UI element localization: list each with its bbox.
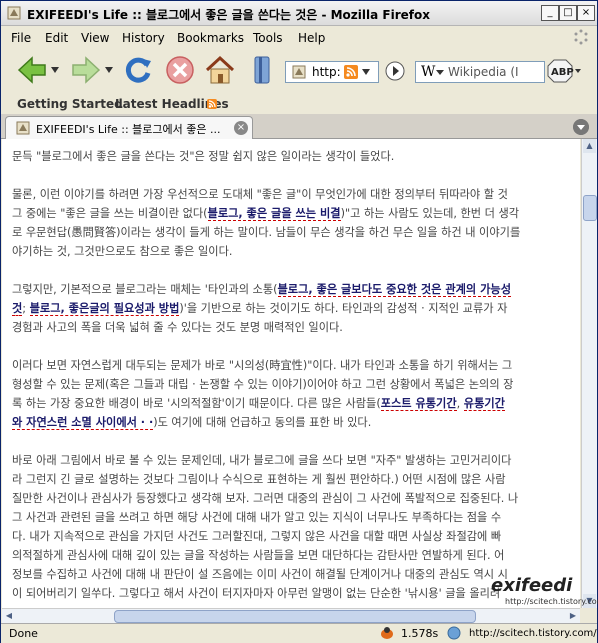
menu-bar: File Edit View History Bookmarks Tools H… <box>1 26 597 48</box>
scroll-up-icon[interactable]: ▲ <box>583 139 596 153</box>
status-url: http://scitech.tistory.com/ <box>469 628 597 639</box>
reload-icon[interactable] <box>121 53 155 87</box>
vertical-scrollbar[interactable]: ▲ ▼ <box>581 139 597 608</box>
menu-view[interactable]: View <box>81 31 109 45</box>
scroll-left-icon[interactable]: ◀ <box>2 609 16 623</box>
site-identity-icon[interactable] <box>292 65 306 79</box>
search-input[interactable]: Wikipedia (I <box>448 65 519 79</box>
status-text: Done <box>9 627 38 640</box>
adblock-icon[interactable]: ABP <box>547 59 581 83</box>
logo-url: http://scitech.tistory.com/ <box>505 597 598 606</box>
tab-close-icon[interactable]: × <box>234 121 248 135</box>
forward-arrow-icon[interactable] <box>69 53 103 87</box>
paragraph-1: 문득 "블로그에서 좋은 글을 쓴다는 것"은 정말 쉽지 않은 일이라는 생각… <box>12 150 395 163</box>
link-blog-necessity[interactable]: 블로그, 좋은글의 필요성과 방법 <box>29 302 180 316</box>
menu-file[interactable]: File <box>11 31 31 45</box>
exifeedi-logo: exifeedi http://scitech.tistory.com/ <box>487 575 598 606</box>
tab-title: EXIFEEDI's Life :: 블로그에서 좋은 ... <box>36 123 221 136</box>
scroll-right-icon[interactable]: ▶ <box>566 609 580 623</box>
horizontal-scroll-thumb[interactable] <box>114 610 476 623</box>
tab-favicon-icon <box>16 121 30 135</box>
paragraph-2: 물론, 이런 이야기를 하려면 가장 우선적으로 도대체 "좋은 글"이 무엇인… <box>12 188 521 258</box>
throbber-icon <box>574 29 588 45</box>
article-body: 문득 "블로그에서 좋은 글을 쓴다는 것"은 정말 쉽지 않은 일이라는 생각… <box>12 147 580 608</box>
rss-icon[interactable] <box>344 65 358 79</box>
go-icon[interactable] <box>385 61 405 81</box>
back-arrow-icon[interactable] <box>15 53 49 87</box>
back-dropdown-icon[interactable] <box>51 67 59 73</box>
bookmarks-icon[interactable] <box>247 53 277 87</box>
link-blog-relationship[interactable]: 블로그, 좋은 글보다도 중요한 것은 관계의 가능성 <box>277 283 511 297</box>
link-natural-extinction[interactable]: 와 자연스런 소멸 사이에서 · · <box>12 416 154 430</box>
link-blog-relationship-cont[interactable]: 것 <box>12 302 23 316</box>
live-bookmark-rss-icon <box>207 99 217 109</box>
bookmarks-toolbar: Getting Started Latest Headlines <box>1 93 597 113</box>
title-bar: EXIFEEDI's Life :: 블로그에서 좋은 글을 쓴다는 것은 - … <box>1 1 597 26</box>
menu-history[interactable]: History <box>122 31 165 45</box>
url-bar[interactable]: http: <box>285 61 379 83</box>
page-favicon-icon <box>7 6 21 20</box>
link-blog-good-writing-secret[interactable]: 블로그, 좋은 글을 쓰는 비결 <box>207 207 341 221</box>
maximize-button[interactable]: □ <box>559 5 577 21</box>
engine-dropdown-icon[interactable] <box>436 70 444 75</box>
paragraph-3: 그렇지만, 기본적으로 블로그라는 매체는 '타인과의 소통(블로그, 좋은 글… <box>12 283 511 334</box>
all-tabs-icon[interactable] <box>573 119 589 135</box>
vertical-scroll-thumb[interactable] <box>583 195 597 221</box>
browser-window: EXIFEEDI's Life :: 블로그에서 좋은 글을 쓴다는 것은 - … <box>0 0 598 643</box>
horizontal-scrollbar[interactable]: ◀ ▶ <box>2 608 580 623</box>
paragraph-4: 이러다 보면 자연스럽게 대두되는 문제가 바로 "시의성(時宜性)"이다. 내… <box>12 359 514 430</box>
window-title: EXIFEEDI's Life :: 블로그에서 좋은 글을 쓴다는 것은 - … <box>27 8 430 22</box>
minimize-button[interactable]: _ <box>541 5 559 21</box>
search-engine-icon[interactable]: W <box>421 64 435 80</box>
link-post-shelf-life[interactable]: 포스트 유통기간 <box>380 397 457 411</box>
load-time: 1.578s <box>401 627 439 640</box>
stop-icon[interactable] <box>163 53 197 87</box>
menu-bookmarks[interactable]: Bookmarks <box>177 31 244 45</box>
page-content: 문득 "블로그에서 좋은 글을 쓴다는 것"은 정말 쉽지 않은 일이라는 생각… <box>2 139 580 608</box>
menu-help[interactable]: Help <box>298 31 325 45</box>
url-dropdown-icon[interactable] <box>362 69 370 75</box>
menu-edit[interactable]: Edit <box>45 31 68 45</box>
menu-tools[interactable]: Tools <box>253 31 283 45</box>
forward-dropdown-icon[interactable] <box>105 67 113 73</box>
tab-exifeedi[interactable]: EXIFEEDI's Life :: 블로그에서 좋은 ... × <box>5 116 253 139</box>
url-text: http: <box>312 65 341 79</box>
close-window-button[interactable]: × <box>577 5 595 21</box>
search-bar[interactable]: W Wikipedia (I <box>415 61 545 83</box>
tab-strip: EXIFEEDI's Life :: 블로그에서 좋은 ... × <box>1 114 597 139</box>
home-icon[interactable] <box>203 53 237 87</box>
link-shelf-life[interactable]: 유통기간 <box>463 397 505 411</box>
extension-icon[interactable] <box>447 626 461 640</box>
bookmark-getting-started[interactable]: Getting Started <box>17 97 123 111</box>
adblock-label: ABP <box>551 67 574 78</box>
status-bar: Done 1.578s http://scitech.tistory.com/ <box>1 623 597 643</box>
firebug-icon[interactable] <box>379 626 395 640</box>
logo-title: exifeedi <box>491 575 573 596</box>
